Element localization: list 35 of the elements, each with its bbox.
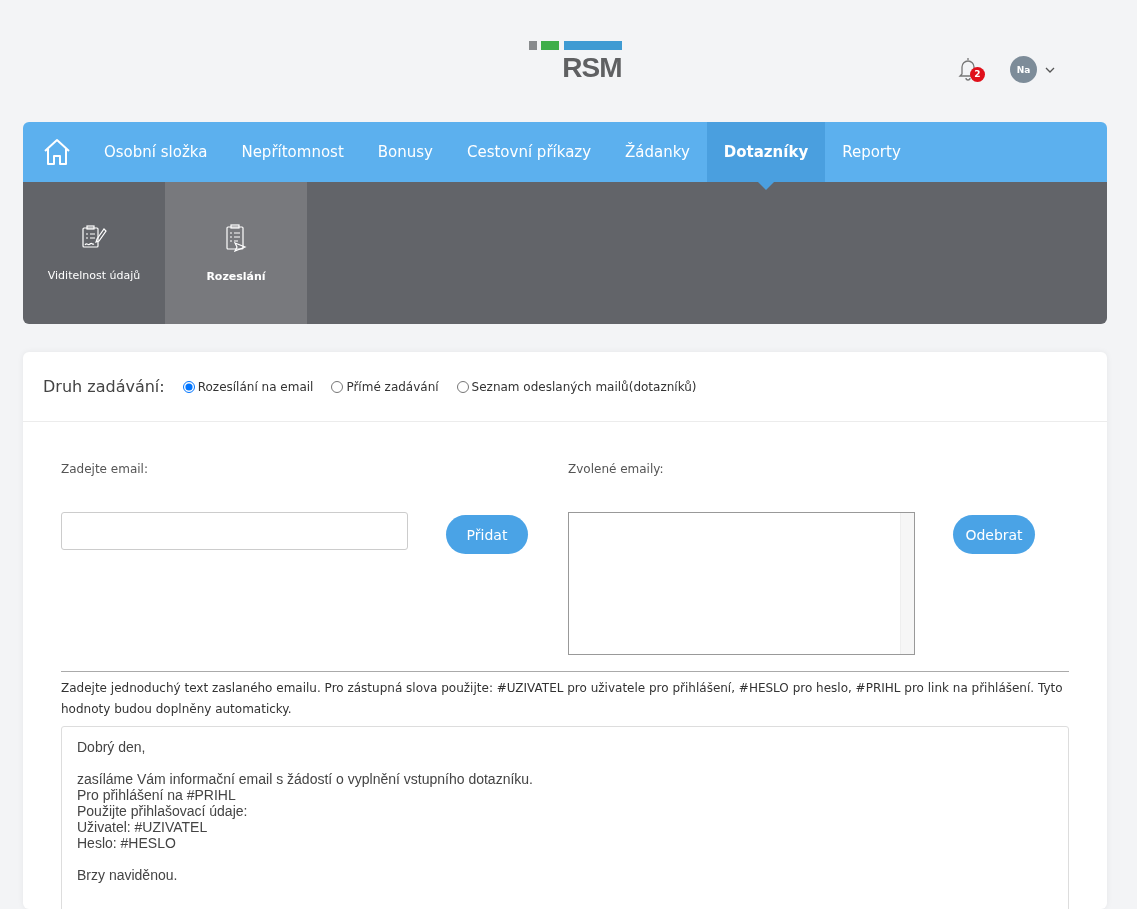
radio-label: Přímé zadávání: [346, 379, 439, 394]
add-button[interactable]: Přidat: [446, 515, 528, 554]
scrollbar[interactable]: [900, 513, 914, 654]
nav-tab[interactable]: Nepřítomnost: [224, 122, 361, 182]
subnav-label: Viditelnost údajů: [47, 268, 141, 282]
subnav-item[interactable]: Rozeslání: [165, 182, 307, 324]
nav-tab[interactable]: Osobní složka: [87, 122, 225, 182]
logo-text: RSM: [562, 53, 622, 82]
subnav-label: Rozeslání: [206, 269, 266, 283]
radio-label: Seznam odeslaných mailů(dotazníků): [471, 379, 697, 394]
nav-tab[interactable]: Dotazníky: [706, 122, 826, 182]
selected-emails-label: Zvolené emaily:: [568, 462, 665, 476]
email-message-field[interactable]: Dobrý den, zasíláme Vám informační email s žádostí o vyplnění vstupního dotazníku. Pro přihlášení na #PRIHL Použijte přihlašovací údaje: Uživatel: #UZIVATEL Heslo: #HESLO Brzy naviděnou.: [61, 726, 1069, 909]
radio-button[interactable]: [182, 380, 195, 393]
clipboard-send-icon: [225, 223, 247, 252]
clipboard-pen-icon: [80, 224, 108, 251]
nav-tab[interactable]: Cestovní příkazy: [449, 122, 609, 182]
radio-button[interactable]: [456, 380, 469, 393]
input-type-label: Druh zadávání:: [43, 377, 165, 396]
radio-button[interactable]: [331, 380, 344, 393]
user-avatar[interactable]: Na: [1010, 56, 1037, 83]
email-input[interactable]: [61, 512, 408, 550]
nav-tab[interactable]: Žádanky: [608, 122, 707, 182]
logo-bars-icon: [528, 40, 622, 50]
remove-button[interactable]: Odebrat: [953, 515, 1035, 554]
nav-tab[interactable]: Reporty: [825, 122, 918, 182]
radio-label: Rozesílání na email: [197, 379, 314, 394]
email-text-hint: Zadejte jednoduchý text zaslaného emailu. Pro zástupná slova použijte: #UZIVATEL pro uživatele pro přihlášení, #HESLO pro heslo, #PRIHL pro link na přihlášení. Tyto hodnoty budou doplněny automaticky.: [61, 680, 1064, 718]
home-icon: [42, 137, 72, 167]
notification-bell-icon[interactable]: [958, 56, 978, 81]
subnav-item[interactable]: Viditelnost údajů: [23, 182, 165, 324]
nav-tab[interactable]: Bonusy: [360, 122, 450, 182]
email-label: Zadejte email:: [61, 462, 149, 476]
notification-count: 2: [970, 66, 985, 82]
chevron-down-icon[interactable]: [1045, 66, 1055, 73]
